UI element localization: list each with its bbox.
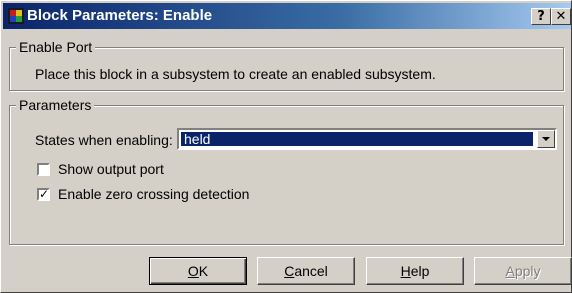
states-when-enabling-label: States when enabling: — [35, 132, 173, 148]
dropdown-selected-value: held — [180, 131, 534, 147]
chevron-down-icon[interactable] — [537, 130, 555, 148]
window-title: Block Parameters: Enable — [27, 7, 213, 24]
checkmark-icon: ✓ — [39, 187, 50, 201]
simulink-block-icon — [8, 8, 24, 24]
enable-port-legend: Enable Port — [16, 39, 96, 55]
apply-label-rest: pply — [514, 263, 541, 279]
help-icon[interactable]: ? — [531, 8, 551, 25]
zero-crossing-label[interactable]: Enable zero crossing detection — [58, 186, 249, 202]
apply-button[interactable]: Apply — [474, 257, 572, 285]
help-label-rest: elp — [410, 263, 430, 279]
zero-crossing-checkbox[interactable]: ✓ — [37, 187, 50, 201]
show-output-port-checkbox[interactable] — [37, 163, 50, 176]
cancel-button[interactable]: Cancel — [257, 257, 355, 285]
block-description: Place this block in a subsystem to creat… — [35, 66, 436, 82]
states-when-enabling-dropdown[interactable]: held — [177, 128, 557, 150]
apply-mnemonic: A — [505, 263, 515, 279]
cancel-mnemonic: C — [284, 263, 295, 279]
ok-label-rest: K — [198, 263, 209, 279]
close-icon[interactable]: ✕ — [551, 8, 571, 25]
parameters-legend: Parameters — [16, 97, 95, 113]
cancel-label-rest: ancel — [294, 263, 328, 279]
help-mnemonic: H — [400, 263, 411, 279]
ok-mnemonic: O — [187, 263, 199, 279]
title-bar[interactable]: Block Parameters: Enable ? ✕ — [3, 3, 571, 29]
help-button[interactable]: Help — [366, 257, 464, 285]
show-output-port-label[interactable]: Show output port — [58, 161, 164, 177]
block-parameters-dialog: Block Parameters: Enable ? ✕ Enable Port… — [0, 0, 572, 293]
ok-button[interactable]: OK — [149, 257, 247, 285]
